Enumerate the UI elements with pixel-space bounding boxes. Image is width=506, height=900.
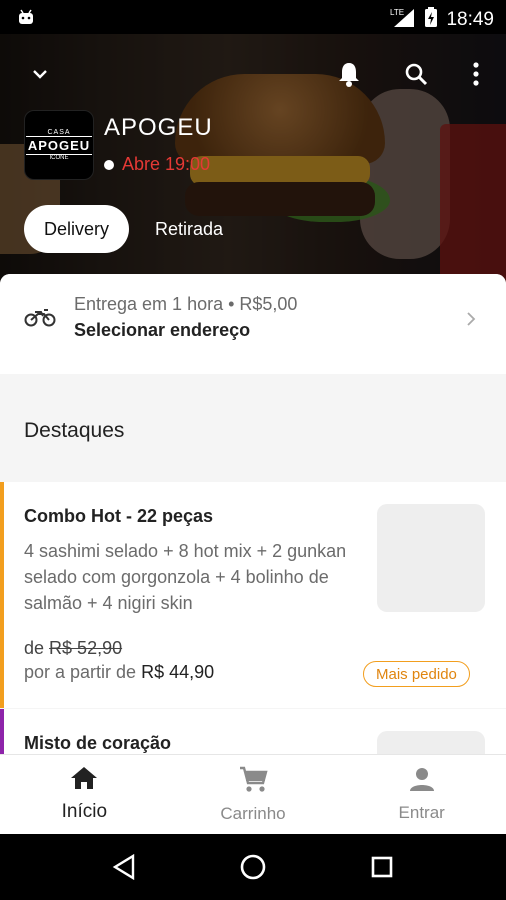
- cart-icon: [238, 765, 268, 798]
- android-icon: [16, 7, 36, 32]
- nav-home[interactable]: Início: [0, 755, 169, 834]
- product-card[interactable]: Combo Hot - 22 peças 4 sashimi selado + …: [0, 482, 506, 708]
- delivery-estimate: Entrega em 1 hora • R$5,00: [74, 294, 298, 314]
- chevron-right-icon: [466, 310, 476, 333]
- current-price: por a partir de R$ 44,90: [24, 662, 215, 682]
- motorcycle-icon: [24, 306, 56, 333]
- product-image: [377, 731, 485, 754]
- select-address-label: Selecionar endereço: [74, 320, 251, 340]
- battery-charging-icon: [424, 6, 438, 33]
- more-vert-icon[interactable]: [460, 58, 492, 90]
- order-mode-tabs: Delivery Retirada: [24, 205, 231, 253]
- status-bar: LTE 18:49: [0, 0, 506, 34]
- store-name: APOGEU: [104, 114, 213, 141]
- product-name: Combo Hot - 22 peças: [24, 506, 214, 526]
- old-price: de R$ 52,90: [24, 638, 123, 658]
- back-icon[interactable]: [104, 847, 144, 887]
- tab-delivery[interactable]: Delivery: [24, 205, 130, 253]
- top-app-bar: [0, 34, 506, 114]
- status-dot: [104, 159, 114, 170]
- bottom-navigation: Início Carrinho Entrar: [0, 754, 506, 834]
- tab-pickup[interactable]: Retirada: [147, 219, 231, 240]
- most-ordered-badge: Mais pedido: [363, 661, 470, 687]
- person-icon: [409, 766, 435, 797]
- section-title: Destaques: [24, 419, 125, 442]
- product-image: [377, 504, 485, 612]
- nav-login[interactable]: Entrar: [337, 755, 506, 834]
- product-card[interactable]: Misto de coração: [0, 709, 506, 754]
- store-logo: CASA APOGEU ICONE: [24, 110, 94, 180]
- product-name: Misto de coração: [24, 733, 172, 753]
- bell-icon[interactable]: [333, 58, 365, 90]
- clock: 18:49: [446, 8, 494, 30]
- chevron-down-icon[interactable]: [24, 58, 56, 90]
- svg-text:LTE: LTE: [390, 8, 404, 17]
- store-content: Entrega em 1 hora • R$5,00 Selecionar en…: [0, 274, 506, 754]
- home-icon: [70, 766, 98, 795]
- product-description: 4 sashimi selado + 8 hot mix + 2 gunkan …: [24, 541, 347, 613]
- search-icon[interactable]: [400, 58, 432, 90]
- store-status: Abre 19:00: [104, 154, 210, 175]
- address-selector[interactable]: Entrega em 1 hora • R$5,00 Selecionar en…: [0, 274, 506, 374]
- nav-cart[interactable]: Carrinho: [169, 755, 338, 834]
- home-circle-icon[interactable]: [233, 847, 273, 887]
- system-navigation-bar: [0, 834, 506, 900]
- signal-icon: LTE: [390, 6, 416, 33]
- recents-icon[interactable]: [362, 847, 402, 887]
- store-opening-time: Abre 19:00: [122, 154, 211, 174]
